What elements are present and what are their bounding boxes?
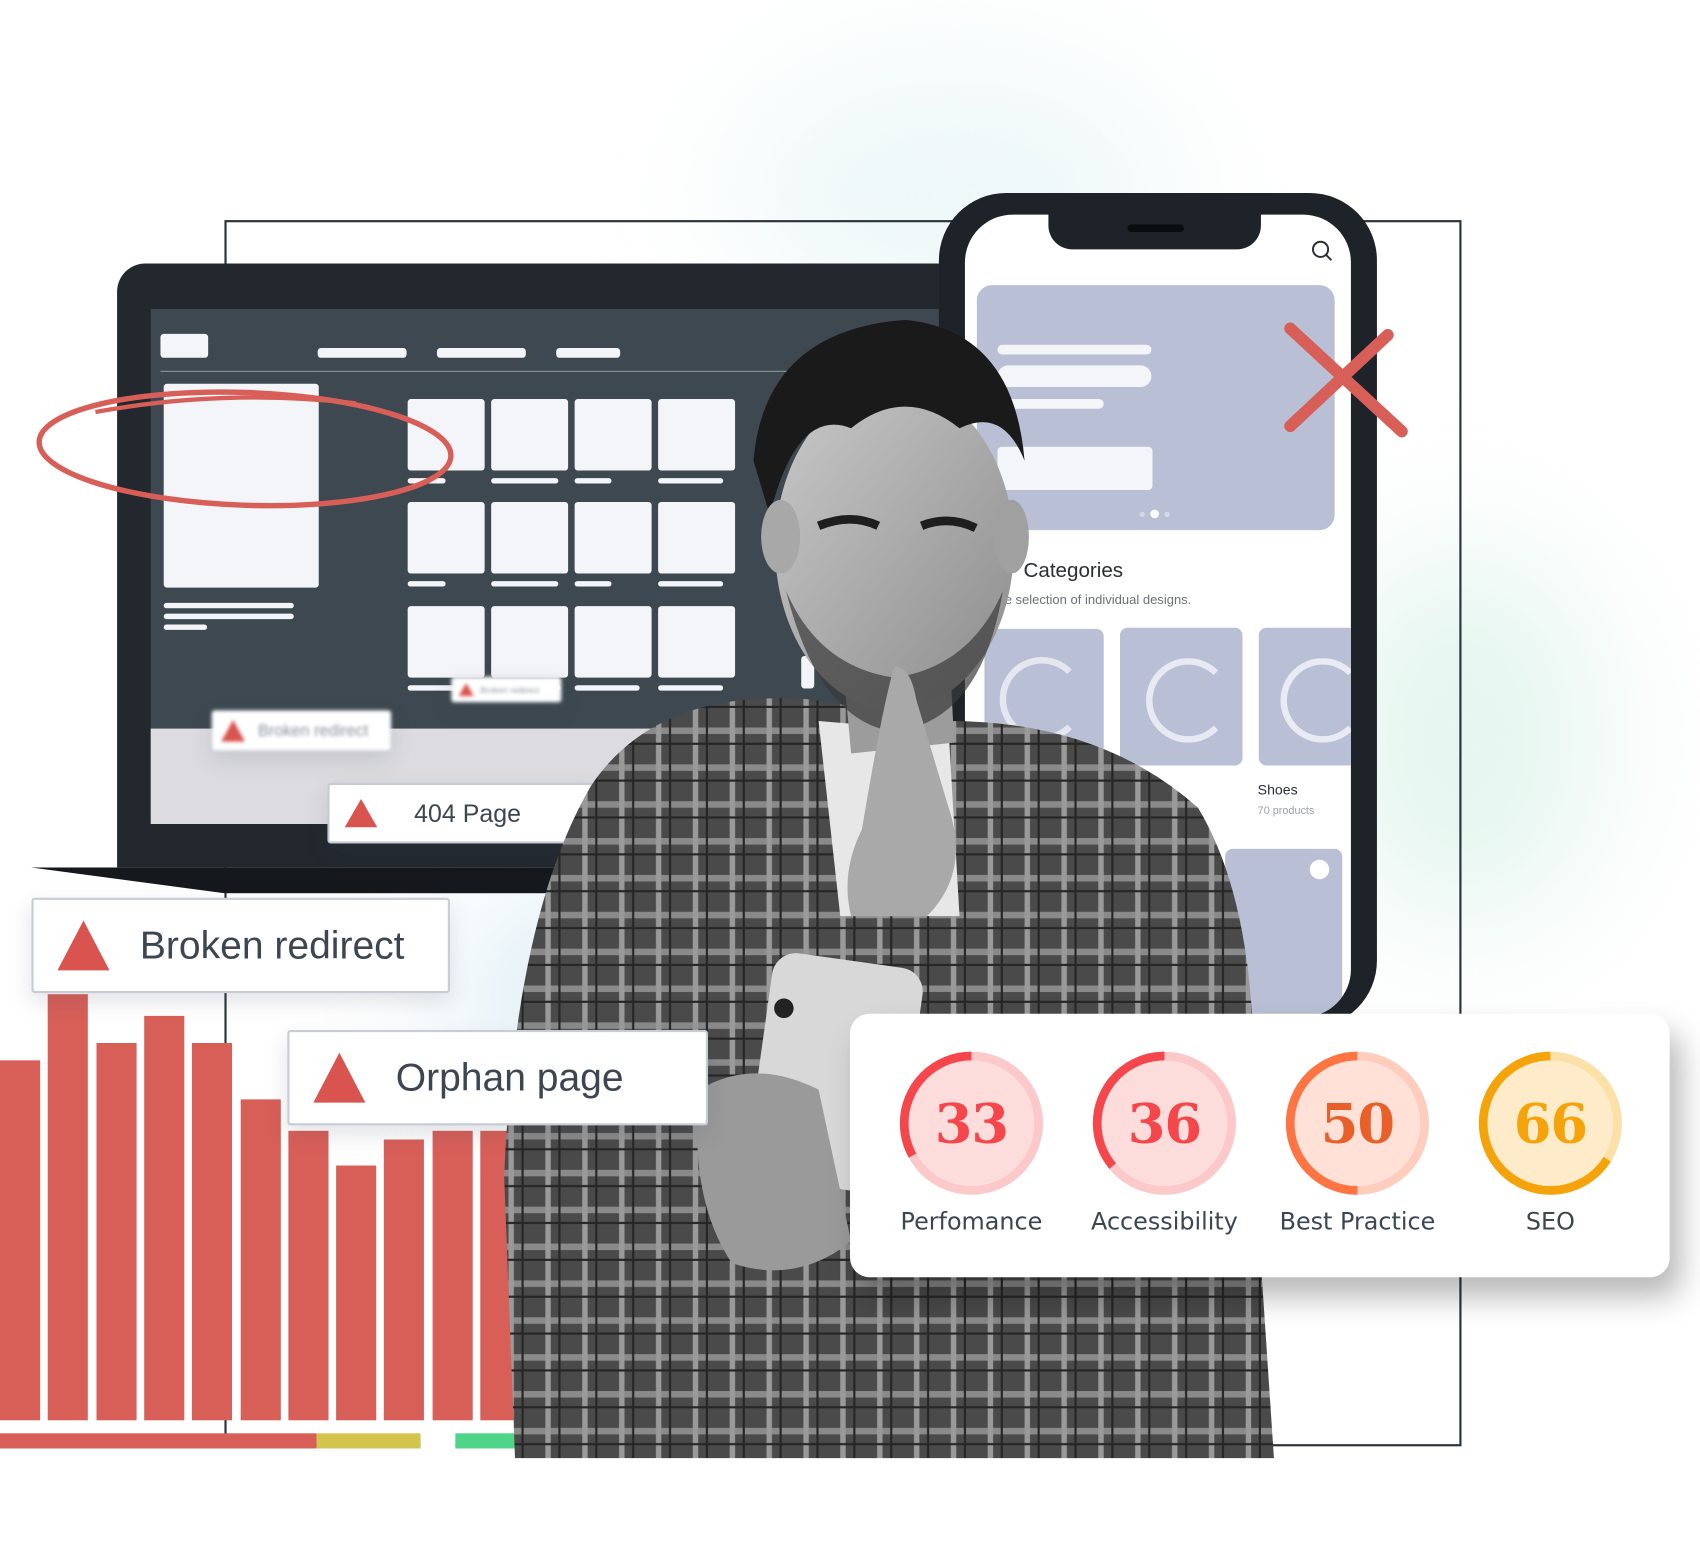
score-value: 36 — [1127, 1091, 1202, 1156]
chart-bar — [47, 994, 88, 1421]
chart-bar — [336, 1165, 377, 1421]
search-icon[interactable] — [1310, 239, 1336, 265]
score-gauge: 66 — [1477, 1050, 1624, 1197]
seo-audit-illustration: Broken redirect Broken redirect 404 Page… — [0, 0, 1700, 1542]
score-label: SEO — [1525, 1208, 1575, 1236]
chart-bar — [432, 1130, 473, 1421]
warning-icon — [57, 920, 110, 971]
score-gauge: 50 — [1284, 1050, 1431, 1197]
warning-icon — [344, 799, 378, 828]
score-value: 33 — [934, 1091, 1009, 1156]
red-circle-annotation — [36, 389, 454, 509]
chart-bar — [144, 1015, 185, 1421]
score-label: Accessibility — [1091, 1208, 1238, 1236]
wireframe-text-line — [163, 602, 294, 609]
chart-bar — [191, 1043, 233, 1421]
wireframe-product-tile — [407, 606, 485, 678]
chart-bar — [96, 1043, 137, 1421]
warning-icon — [313, 1052, 366, 1103]
wireframe-nav-item — [317, 348, 407, 358]
score-gauge: 33 — [898, 1050, 1045, 1197]
score-value: 66 — [1513, 1091, 1588, 1156]
alert-label: Broken redirect — [139, 922, 405, 968]
score-value: 50 — [1320, 1091, 1395, 1156]
chart-bar — [0, 1060, 41, 1421]
alert-label: Orphan page — [395, 1054, 624, 1100]
wireframe-text-line — [163, 613, 294, 620]
status-strip-segment — [316, 1433, 421, 1449]
person-photo — [504, 319, 1274, 1459]
warning-icon — [458, 683, 474, 697]
wireframe-text-line — [163, 624, 208, 630]
alert-card-orphan-page: Orphan page — [287, 1029, 708, 1126]
chart-bar — [383, 1139, 424, 1421]
alert-card-blurred: Broken redirect — [211, 710, 392, 752]
alert-label: Broken redirect — [258, 721, 369, 740]
wireframe-caption — [407, 581, 446, 587]
status-strip-segment — [0, 1433, 317, 1449]
score-label: Best Practice — [1279, 1208, 1436, 1236]
status-strip-segment — [420, 1433, 456, 1449]
score-label: Perfomance — [900, 1208, 1043, 1236]
alert-card-broken-redirect: Broken redirect — [31, 897, 450, 994]
chart-bar — [240, 1099, 281, 1421]
phone-speaker — [1127, 224, 1184, 233]
score-gauge: 36 — [1091, 1050, 1238, 1197]
lighthouse-score-card: 33 Perfomance 36 Accessibility 50 Best Practi… — [850, 1013, 1670, 1278]
warning-icon — [221, 719, 246, 742]
chart-bar — [288, 1130, 329, 1421]
wireframe-logo — [160, 333, 209, 358]
